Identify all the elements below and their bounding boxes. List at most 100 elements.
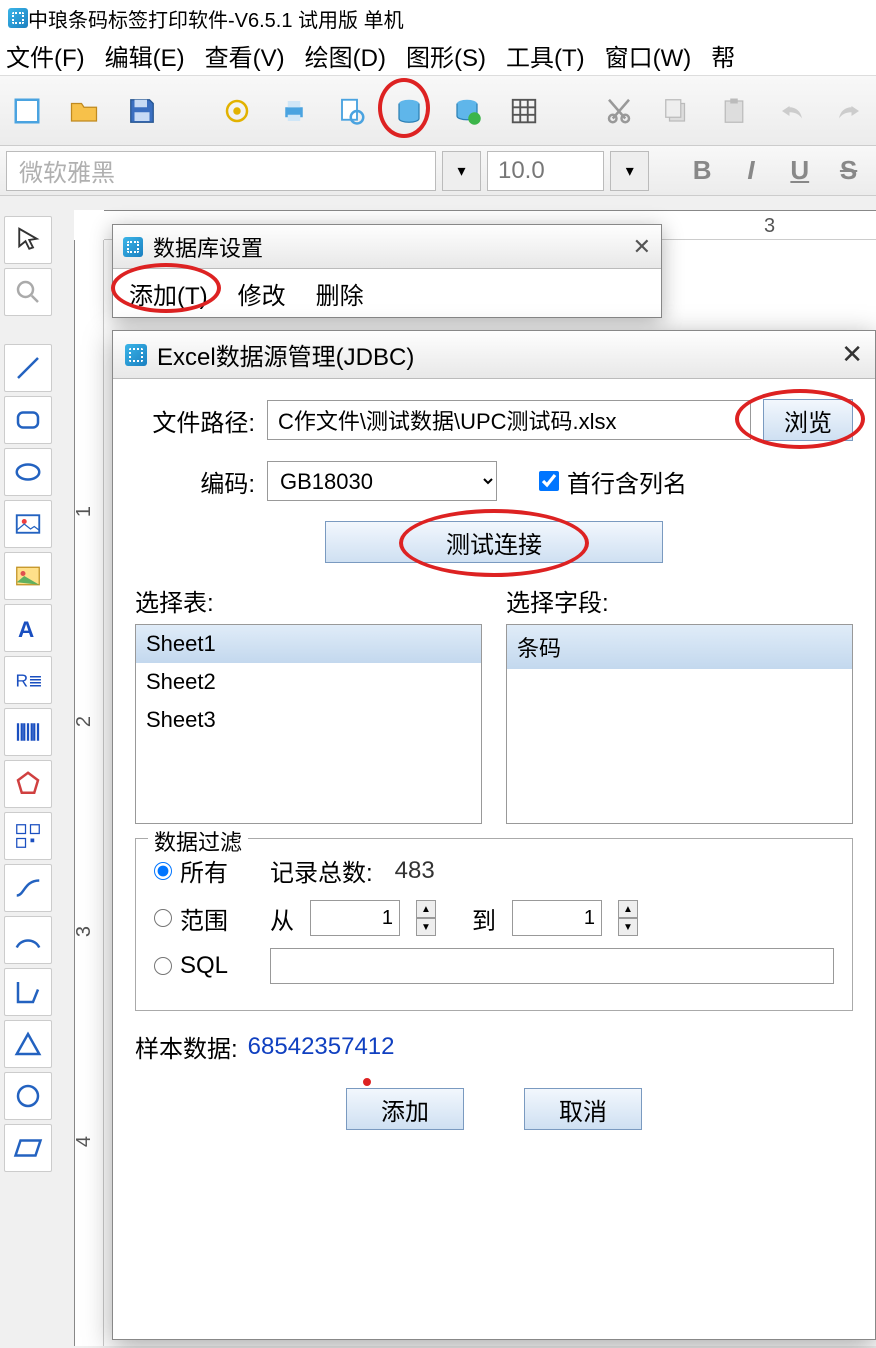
from-input[interactable]	[310, 900, 400, 936]
database-settings-dialog: 数据库设置 ✕ 添加(T) 修改 删除	[112, 224, 662, 318]
svg-text:A: A	[18, 617, 34, 642]
excel-datasource-dialog: Excel数据源管理(JDBC) ✕ 文件路径: 浏览 编码: GB18030 …	[112, 330, 876, 1340]
encoding-select[interactable]: GB18030	[267, 461, 497, 501]
font-name-select[interactable]: 微软雅黑	[6, 151, 436, 191]
ellipse-tool-icon[interactable]	[4, 448, 52, 496]
menu-tools[interactable]: 工具(T)	[506, 38, 585, 73]
filter-legend: 数据过滤	[148, 825, 248, 857]
italic-button[interactable]: I	[730, 155, 773, 186]
from-spinner[interactable]: ▲▼	[416, 900, 436, 936]
record-count-label: 记录总数:	[270, 853, 373, 888]
circle-tool-icon[interactable]	[4, 1072, 52, 1120]
first-row-label: 首行含列名	[567, 464, 687, 499]
filepath-label: 文件路径:	[135, 403, 255, 438]
print-icon[interactable]	[277, 93, 311, 129]
to-input[interactable]	[512, 900, 602, 936]
cut-icon[interactable]	[602, 93, 636, 129]
save-icon[interactable]	[125, 93, 159, 129]
menu-draw[interactable]: 绘图(D)	[305, 38, 386, 73]
list-item[interactable]: Sheet2	[136, 663, 481, 701]
filter-sql-radio[interactable]: SQL	[154, 952, 254, 980]
from-label: 从	[270, 901, 294, 936]
open-icon[interactable]	[68, 93, 102, 129]
qrcode-tool-icon[interactable]	[4, 812, 52, 860]
preview-icon[interactable]	[335, 93, 369, 129]
menu-view[interactable]: 查看(V)	[205, 38, 285, 73]
image-tool-icon[interactable]	[4, 500, 52, 548]
close-icon[interactable]: ✕	[841, 339, 863, 370]
bold-button[interactable]: B	[681, 155, 724, 186]
redo-icon[interactable]	[832, 93, 866, 129]
ruler-tick: 2	[73, 716, 96, 727]
curve-tool-icon[interactable]	[4, 864, 52, 912]
first-row-checkbox-box[interactable]	[539, 471, 559, 491]
sample-label: 样本数据:	[135, 1029, 238, 1064]
list-item[interactable]: Sheet3	[136, 701, 481, 739]
copy-icon[interactable]	[660, 93, 694, 129]
to-spinner[interactable]: ▲▼	[618, 900, 638, 936]
ruler-tick: 3	[73, 926, 96, 937]
filter-all-radio[interactable]: 所有	[154, 853, 254, 888]
line-tool-icon[interactable]	[4, 344, 52, 392]
picture-tool-icon[interactable]	[4, 552, 52, 600]
filter-range-radio[interactable]: 范围	[154, 901, 254, 936]
font-name-dropdown-icon[interactable]: ▾	[442, 151, 481, 191]
select-table-label: 选择表:	[135, 583, 482, 618]
triangle-tool-icon[interactable]	[4, 1020, 52, 1068]
first-row-checkbox[interactable]: 首行含列名	[539, 464, 687, 499]
paste-icon[interactable]	[717, 93, 751, 129]
zoom-tool-icon[interactable]	[4, 268, 52, 316]
test-connection-button[interactable]: 测试连接	[325, 521, 663, 563]
grid-icon[interactable]	[508, 93, 542, 129]
cancel-button[interactable]: 取消	[524, 1088, 642, 1130]
sample-value: 68542357412	[248, 1033, 395, 1061]
menu-edit[interactable]: 编辑(E)	[105, 38, 185, 73]
filepath-input[interactable]	[267, 400, 751, 440]
add-button[interactable]: 添加	[346, 1088, 464, 1130]
db-modify-menu[interactable]: 修改	[238, 276, 286, 311]
data-filter-group: 数据过滤 所有 记录总数: 483 范围 从 ▲▼ 到 ▲▼ SQL	[135, 838, 853, 1011]
pointer-tool-icon[interactable]	[4, 216, 52, 264]
field-listbox[interactable]: 条码	[506, 624, 853, 824]
ruler-vertical: 1 2 3 4	[74, 240, 104, 1346]
dialog-titlebar[interactable]: 数据库设置 ✕	[113, 225, 661, 269]
menu-bar: 文件(F) 编辑(E) 查看(V) 绘图(D) 图形(S) 工具(T) 窗口(W…	[0, 36, 876, 76]
close-icon[interactable]: ✕	[633, 234, 651, 260]
font-toolbar: 微软雅黑 ▾ 10.0 ▾ B I U S	[0, 146, 876, 196]
font-size-dropdown-icon[interactable]: ▾	[610, 151, 649, 191]
menu-file[interactable]: 文件(F)	[6, 38, 85, 73]
highlight-add-button	[363, 1078, 371, 1086]
menu-shape[interactable]: 图形(S)	[406, 38, 486, 73]
main-toolbar	[0, 76, 876, 146]
sql-input[interactable]	[270, 948, 834, 984]
list-item[interactable]: Sheet1	[136, 625, 481, 663]
menu-help[interactable]: 帮	[711, 38, 735, 73]
undo-icon[interactable]	[775, 93, 809, 129]
app-title: 中琅条码标签打印软件-V6.5.1 试用版 单机	[28, 4, 404, 33]
database-icon[interactable]	[392, 93, 426, 129]
menu-window[interactable]: 窗口(W)	[605, 38, 692, 73]
richtext-tool-icon[interactable]: R≣	[4, 656, 52, 704]
database-refresh-icon[interactable]	[450, 93, 484, 129]
strike-button[interactable]: S	[827, 155, 870, 186]
dialog-title: Excel数据源管理(JDBC)	[157, 337, 841, 372]
dialog-titlebar[interactable]: Excel数据源管理(JDBC) ✕	[113, 331, 875, 379]
font-size-input[interactable]: 10.0	[487, 151, 604, 191]
polygon-tool-icon[interactable]	[4, 760, 52, 808]
roundrect-tool-icon[interactable]	[4, 396, 52, 444]
list-item[interactable]: 条码	[507, 625, 852, 669]
db-delete-menu[interactable]: 删除	[316, 276, 364, 311]
barcode-tool-icon[interactable]	[4, 708, 52, 756]
text-tool-icon[interactable]: A	[4, 604, 52, 652]
polyline-tool-icon[interactable]	[4, 968, 52, 1016]
select-field-label: 选择字段:	[506, 583, 853, 618]
underline-button[interactable]: U	[778, 155, 821, 186]
db-add-menu[interactable]: 添加(T)	[129, 276, 208, 311]
arc-tool-icon[interactable]	[4, 916, 52, 964]
svg-text:R≣: R≣	[16, 670, 43, 690]
new-doc-icon[interactable]	[10, 93, 44, 129]
table-listbox[interactable]: Sheet1 Sheet2 Sheet3	[135, 624, 482, 824]
parallelogram-tool-icon[interactable]	[4, 1124, 52, 1172]
browse-button[interactable]: 浏览	[763, 399, 853, 441]
settings-icon[interactable]	[220, 93, 254, 129]
